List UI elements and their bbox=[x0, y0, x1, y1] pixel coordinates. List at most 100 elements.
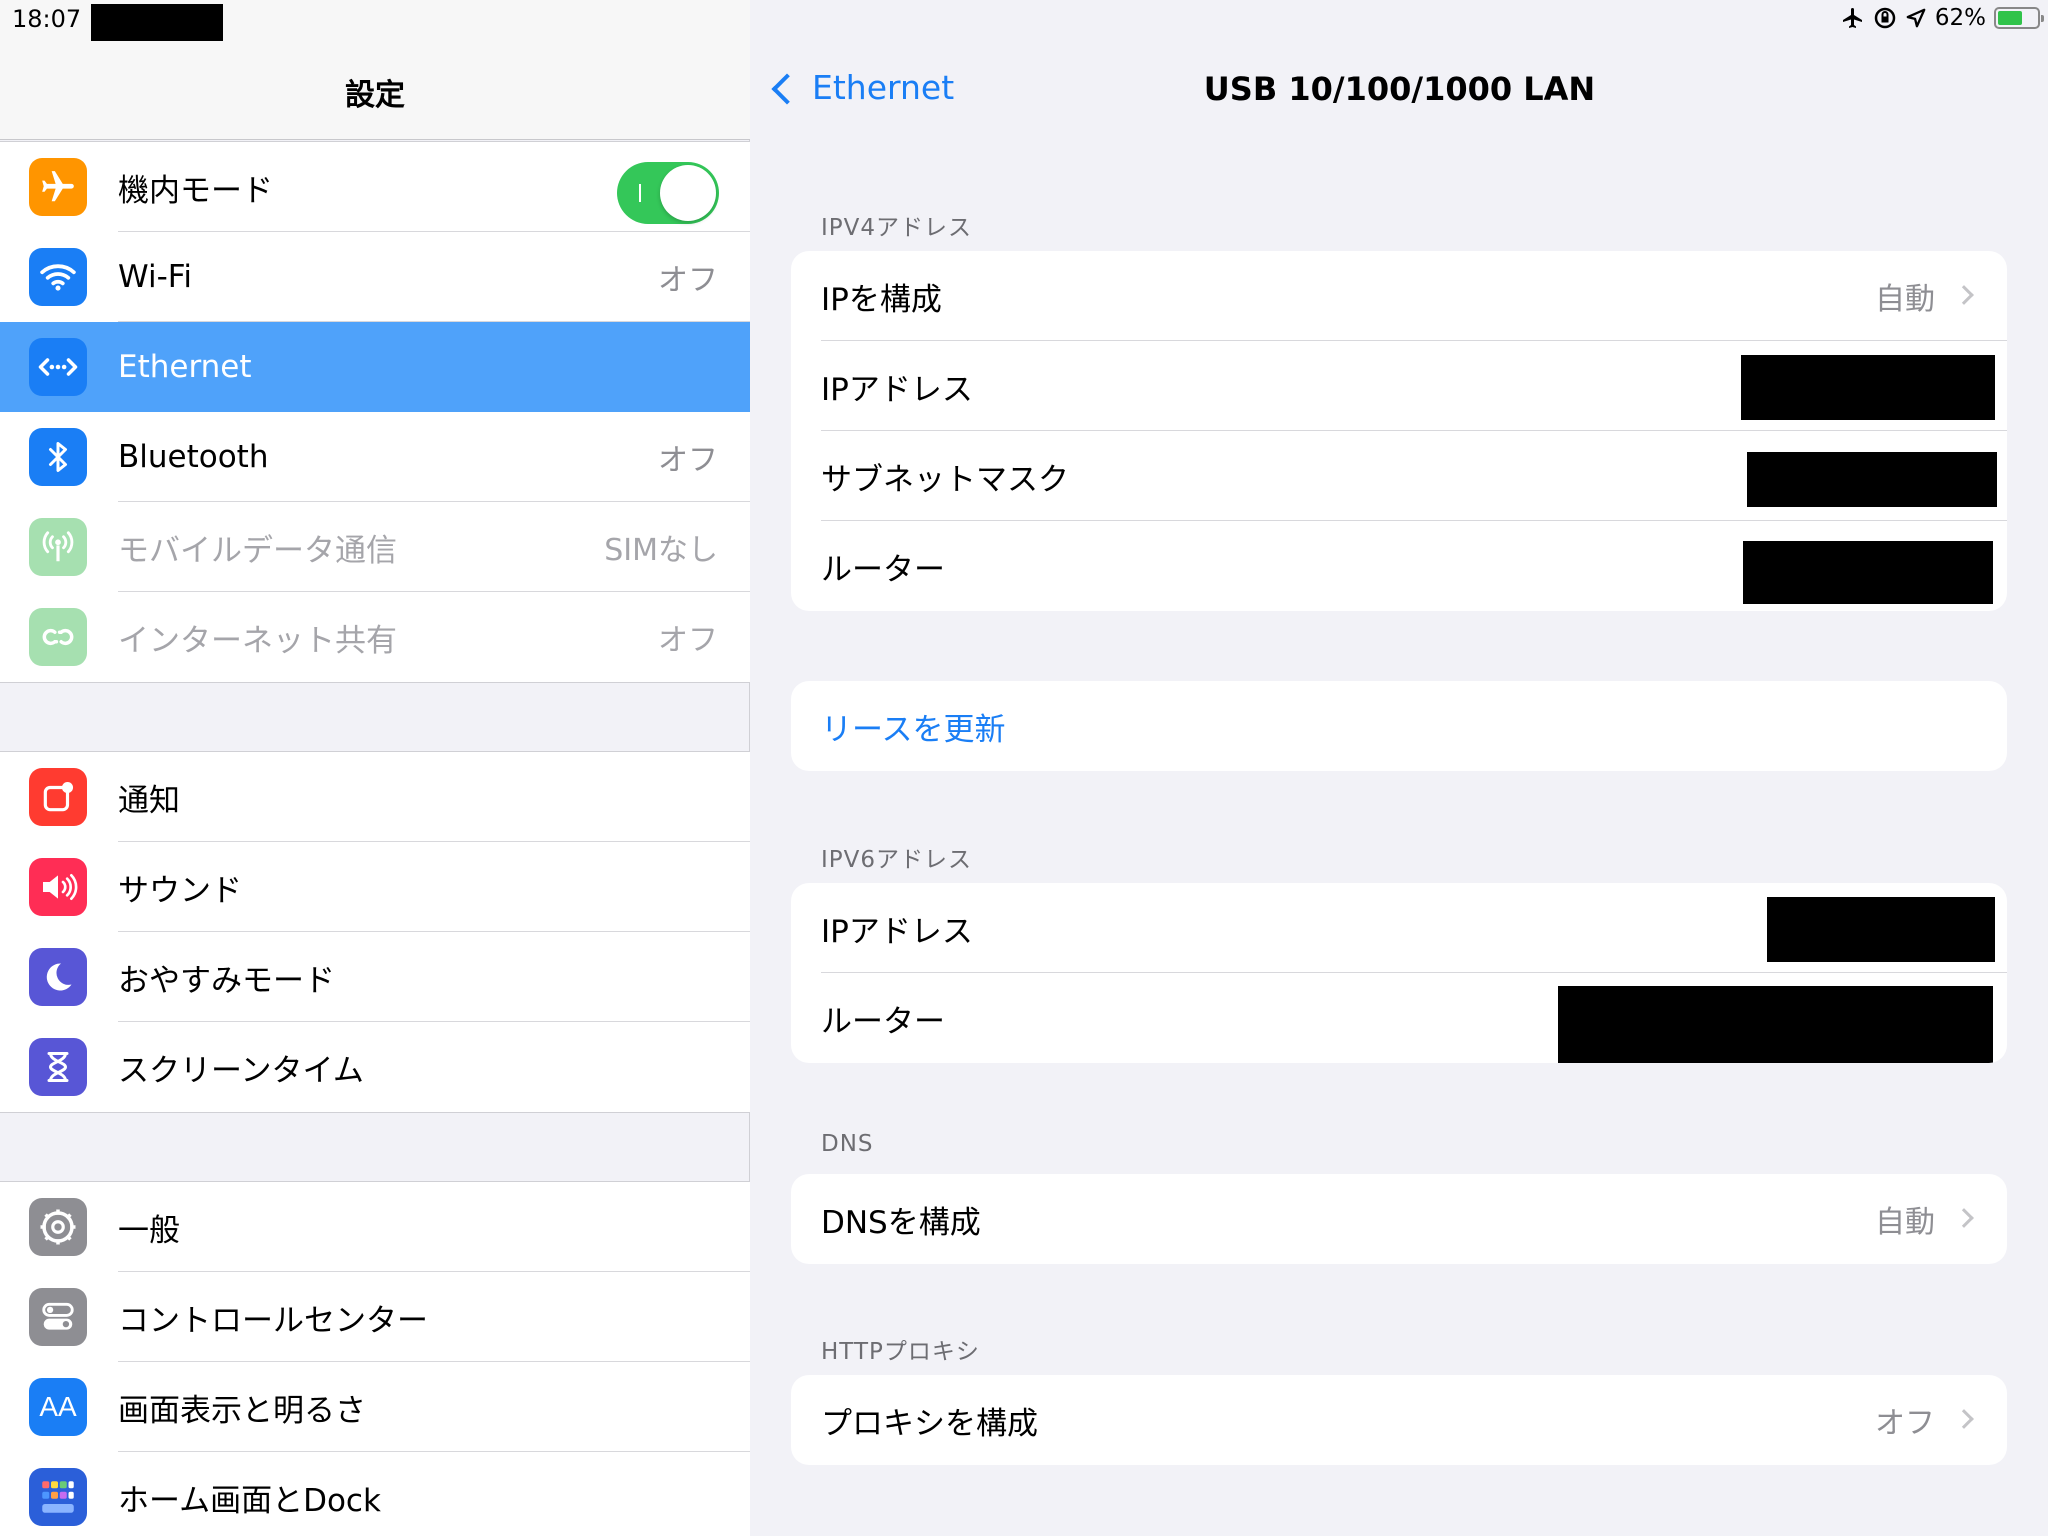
sidebar-item-home-screen-dock[interactable]: ホーム画面とDock bbox=[0, 1452, 750, 1536]
location-icon bbox=[1906, 8, 1926, 28]
redacted-ipv4-address bbox=[1741, 355, 1995, 420]
configure-proxy-row[interactable]: プロキシを構成 オフ bbox=[791, 1375, 2007, 1465]
renew-lease-button[interactable]: リースを更新 bbox=[791, 681, 2007, 771]
antenna-icon bbox=[29, 518, 87, 576]
text-size-icon: AA bbox=[29, 1378, 87, 1436]
home-grid-icon bbox=[29, 1468, 87, 1526]
airplane-status-icon bbox=[1842, 8, 1862, 28]
sidebar-item-label: Ethernet bbox=[118, 349, 252, 385]
ipv4-card: IPを構成 自動 IPアドレス サブネットマスク ルーター bbox=[791, 251, 2007, 611]
redacted-ipv6-router bbox=[1558, 986, 1993, 1063]
redacted-ipv6-address bbox=[1767, 897, 1995, 962]
section-title-ipv6: IPV6アドレス bbox=[821, 847, 973, 873]
configure-ip-row[interactable]: IPを構成 自動 bbox=[791, 251, 2007, 341]
sidebar-title: 設定 bbox=[345, 78, 405, 113]
sidebar-item-value: オフ bbox=[658, 263, 718, 298]
sidebar-item-value: SIMなし bbox=[604, 533, 718, 568]
airplane-icon bbox=[29, 158, 87, 216]
sidebar-group-general: 一般 コントロールセンター AA 画面表示と明るさ ホーム画面とDock bbox=[0, 1181, 750, 1536]
sidebar-item-label: 画面表示と明るさ bbox=[118, 1392, 366, 1429]
configure-dns-label: DNSを構成 bbox=[821, 1204, 981, 1241]
subnet-mask-row: サブネットマスク bbox=[791, 431, 2007, 521]
sidebar-item-label: ホーム画面とDock bbox=[118, 1482, 381, 1519]
sidebar-item-value: オフ bbox=[658, 623, 718, 658]
hotspot-icon bbox=[29, 608, 87, 666]
section-title-dns: DNS bbox=[821, 1131, 874, 1157]
speaker-icon bbox=[29, 858, 87, 916]
configure-proxy-label: プロキシを構成 bbox=[821, 1405, 1038, 1442]
redacted-carrier bbox=[91, 4, 223, 41]
sidebar-item-label: インターネット共有 bbox=[118, 622, 397, 659]
sidebar-item-label: 機内モード bbox=[118, 172, 273, 209]
status-time: 18:07 bbox=[12, 5, 82, 33]
ipv4-address-label: IPアドレス bbox=[821, 371, 973, 408]
renew-lease-label: リースを更新 bbox=[821, 711, 1006, 748]
rotation-lock-icon bbox=[1874, 7, 1896, 29]
redacted-ipv4-router bbox=[1743, 541, 1993, 604]
ethernet-detail-pane: Ethernet USB 10/100/1000 LAN IPV4アドレス IP… bbox=[751, 0, 2048, 1536]
sidebar-item-label: おやすみモード bbox=[118, 962, 335, 999]
sidebar-item-personal-hotspot[interactable]: インターネット共有 オフ bbox=[0, 592, 750, 682]
sidebar-item-label: Wi-Fi bbox=[118, 259, 192, 295]
status-right: 62% bbox=[1841, 5, 2044, 31]
gear-icon bbox=[29, 1198, 87, 1256]
redacted-subnet-mask bbox=[1747, 452, 1997, 507]
configure-proxy-value: オフ bbox=[1875, 1406, 1935, 1441]
chevron-right-icon bbox=[1954, 285, 1974, 305]
sidebar-item-label: コントロールセンター bbox=[118, 1302, 428, 1339]
wifi-icon bbox=[29, 248, 87, 306]
sidebar-group-connectivity: 機内モード Wi-Fi オフ Ethernet Bluetooth オフ モバイ… bbox=[0, 141, 750, 683]
battery-icon bbox=[1994, 7, 2044, 29]
moon-icon bbox=[29, 948, 87, 1006]
ipv6-address-row: IPアドレス bbox=[791, 883, 2007, 973]
sidebar-item-display-brightness[interactable]: AA 画面表示と明るさ bbox=[0, 1362, 750, 1452]
section-title-http-proxy: HTTPプロキシ bbox=[821, 1339, 980, 1365]
sidebar-group-notifications: 通知 サウンド おやすみモード スクリーンタイム bbox=[0, 751, 750, 1113]
page-title: USB 10/100/1000 LAN bbox=[1203, 70, 1596, 108]
sidebar-item-general[interactable]: 一般 bbox=[0, 1182, 750, 1272]
hourglass-icon bbox=[29, 1038, 87, 1096]
ipv4-router-label: ルーター bbox=[821, 551, 945, 588]
sidebar-item-ethernet[interactable]: Ethernet bbox=[0, 322, 750, 412]
sidebar-item-label: 一般 bbox=[118, 1212, 180, 1249]
sidebar-item-wifi[interactable]: Wi-Fi オフ bbox=[0, 232, 750, 322]
airplane-mode-toggle[interactable] bbox=[617, 162, 719, 224]
ipv6-card: IPアドレス ルーター bbox=[791, 883, 2007, 1063]
sidebar-item-sounds[interactable]: サウンド bbox=[0, 842, 750, 932]
ipv4-router-row: ルーター bbox=[791, 521, 2007, 611]
section-title-ipv4: IPV4アドレス bbox=[821, 215, 973, 241]
chevron-right-icon bbox=[1954, 1208, 1974, 1228]
notifications-icon bbox=[29, 768, 87, 826]
sidebar-item-label: サウンド bbox=[118, 872, 242, 909]
bluetooth-icon bbox=[29, 428, 87, 486]
sidebar-item-do-not-disturb[interactable]: おやすみモード bbox=[0, 932, 750, 1022]
configure-dns-row[interactable]: DNSを構成 自動 bbox=[791, 1174, 2007, 1264]
sidebar-item-label: 通知 bbox=[118, 782, 180, 819]
sidebar-item-label: Bluetooth bbox=[118, 439, 269, 475]
proxy-card: プロキシを構成 オフ bbox=[791, 1375, 2007, 1465]
switches-icon bbox=[29, 1288, 87, 1346]
configure-dns-value: 自動 bbox=[1875, 1205, 1935, 1240]
ipv4-address-row: IPアドレス bbox=[791, 341, 2007, 431]
sidebar-item-notifications[interactable]: 通知 bbox=[0, 752, 750, 842]
ipv6-router-row: ルーター bbox=[791, 973, 2007, 1063]
dns-card: DNSを構成 自動 bbox=[791, 1174, 2007, 1264]
ipv6-router-label: ルーター bbox=[821, 1003, 945, 1040]
configure-ip-label: IPを構成 bbox=[821, 281, 942, 318]
renew-lease-card: リースを更新 bbox=[791, 681, 2007, 771]
chevron-right-icon bbox=[1954, 1409, 1974, 1429]
settings-sidebar: 設定 機内モード Wi-Fi オフ Ethernet Bluetooth オフ … bbox=[0, 0, 750, 1536]
sidebar-item-label: モバイルデータ通信 bbox=[118, 532, 397, 569]
sidebar-item-value: オフ bbox=[658, 443, 718, 478]
sidebar-item-control-center[interactable]: コントロールセンター bbox=[0, 1272, 750, 1362]
battery-percent: 62% bbox=[1934, 5, 1986, 31]
sidebar-item-screen-time[interactable]: スクリーンタイム bbox=[0, 1022, 750, 1112]
subnet-mask-label: サブネットマスク bbox=[821, 461, 1069, 498]
sidebar-item-label: スクリーンタイム bbox=[118, 1052, 364, 1089]
sidebar-item-bluetooth[interactable]: Bluetooth オフ bbox=[0, 412, 750, 502]
sidebar-item-airplane-mode[interactable]: 機内モード bbox=[0, 142, 750, 232]
configure-ip-value: 自動 bbox=[1875, 282, 1935, 317]
ipv6-address-label: IPアドレス bbox=[821, 913, 973, 950]
sidebar-item-cellular[interactable]: モバイルデータ通信 SIMなし bbox=[0, 502, 750, 592]
ethernet-icon bbox=[29, 338, 87, 396]
